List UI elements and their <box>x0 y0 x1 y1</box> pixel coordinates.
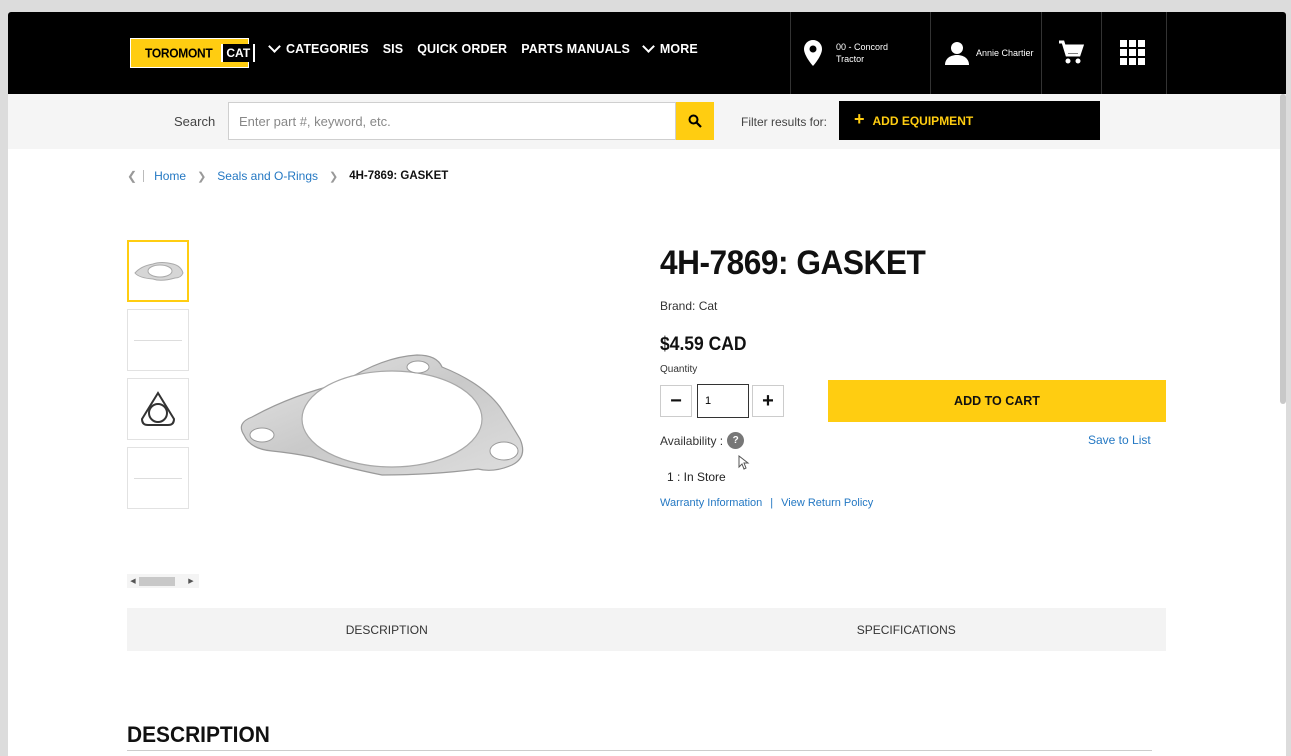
product-main-image <box>232 347 532 487</box>
search-button[interactable] <box>676 102 714 140</box>
header-divider <box>1041 12 1042 94</box>
policy-links: Warranty Information | View Return Polic… <box>660 497 873 509</box>
gasket-drawing-thumbnail-image <box>140 391 176 426</box>
availability-label: Availability : <box>660 433 724 448</box>
product-title: 4H-7869: GASKET <box>660 244 926 282</box>
quantity-input[interactable] <box>697 384 749 418</box>
quantity-label: Quantity <box>660 364 698 375</box>
mouse-cursor-icon <box>738 455 750 470</box>
product-tabs: DESCRIPTION SPECIFICATIONS <box>127 608 1166 651</box>
browser-page: TOROMONT CAT CATEGORIES SIS QUICK ORDER … <box>8 12 1286 756</box>
search-label: Search <box>174 114 216 129</box>
nav-parts-manuals[interactable]: PARTS MANUALS <box>521 42 630 56</box>
breadcrumb: ❮ Home ❯ Seals and O-Rings ❯ 4H-7869: GA… <box>127 169 448 183</box>
filter-label: Filter results for: <box>741 115 828 129</box>
chevron-right-icon: ❯ <box>197 170 207 183</box>
main-nav: CATEGORIES SIS QUICK ORDER PARTS MANUALS… <box>268 40 698 56</box>
return-policy-link[interactable]: View Return Policy <box>781 497 873 509</box>
quantity-decrease-button[interactable]: − <box>660 385 692 417</box>
nav-more[interactable]: MORE <box>642 40 698 56</box>
back-chevron-icon[interactable]: ❮ <box>127 169 137 183</box>
nav-more-label: MORE <box>659 42 698 56</box>
header-divider <box>1166 12 1167 94</box>
quantity-increase-button[interactable]: + <box>752 385 784 417</box>
availability: Availability : ? <box>660 432 745 449</box>
thumbnail-4[interactable] <box>127 447 189 509</box>
store-name: 00 - Concord <box>836 42 889 52</box>
top-header: TOROMONT CAT CATEGORIES SIS QUICK ORDER … <box>8 12 1286 94</box>
thumbnail-1[interactable] <box>127 240 189 302</box>
tab-description[interactable]: DESCRIPTION <box>127 608 647 651</box>
add-equipment-button[interactable]: + ADD EQUIPMENT <box>839 101 1100 140</box>
logo-toromont-text: TOROMONT <box>145 45 213 61</box>
breadcrumb-home[interactable]: Home <box>154 169 186 183</box>
plus-icon: + <box>854 109 865 129</box>
store-text: 00 - Concord Tractor <box>836 41 888 65</box>
tab-specifications[interactable]: SPECIFICATIONS <box>647 608 1167 651</box>
page-scrollbar[interactable] <box>1280 94 1286 404</box>
user-name: Annie Chartier <box>976 48 1034 58</box>
user-account[interactable]: Annie Chartier <box>944 41 1034 65</box>
help-icon[interactable]: ? <box>727 432 745 449</box>
store-selector[interactable]: 00 - Concord Tractor <box>804 40 888 66</box>
section-divider <box>127 750 1152 751</box>
location-pin-icon <box>804 40 822 66</box>
header-divider <box>1101 12 1102 94</box>
thumbnail-image <box>134 477 182 479</box>
thumbnail-2[interactable] <box>127 309 189 371</box>
description-heading: DESCRIPTION <box>127 722 270 747</box>
nav-sis-label: SIS <box>382 42 404 56</box>
nav-categories-label: CATEGORIES <box>286 42 369 56</box>
search-icon <box>688 114 702 128</box>
stock-status: 1 : In Store <box>667 470 726 484</box>
store-type: Tractor <box>836 54 865 64</box>
user-icon <box>945 42 969 65</box>
thumbnail-image <box>134 339 182 341</box>
nav-sis[interactable]: SIS <box>383 42 403 56</box>
minus-icon: − <box>670 389 682 412</box>
cart-button[interactable] <box>1058 40 1085 71</box>
breadcrumb-category[interactable]: Seals and O-Rings <box>217 169 318 183</box>
scroll-left-icon[interactable]: ◀ <box>127 577 139 585</box>
breadcrumb-current: 4H-7869: GASKET <box>349 170 449 182</box>
plus-icon: + <box>762 389 774 412</box>
warranty-link[interactable]: Warranty Information <box>660 497 762 509</box>
product-brand: Brand: Cat <box>660 299 718 313</box>
link-separator: | <box>770 497 774 509</box>
nav-categories[interactable]: CATEGORIES <box>268 40 369 56</box>
nav-quick-order-label: QUICK ORDER <box>417 42 508 56</box>
tab-specifications-label: SPECIFICATIONS <box>856 622 956 637</box>
tab-description-label: DESCRIPTION <box>345 622 428 637</box>
add-to-cart-label: ADD TO CART <box>954 394 1040 408</box>
scrollbar-thumb[interactable] <box>139 576 175 586</box>
apps-grid-icon[interactable] <box>1120 40 1145 65</box>
nav-parts-manuals-label: PARTS MANUALS <box>521 42 630 56</box>
nav-quick-order[interactable]: QUICK ORDER <box>417 42 507 56</box>
chevron-down-icon <box>642 40 655 53</box>
search-bar: Search Filter results for: + ADD EQUIPME… <box>8 94 1286 149</box>
thumbnail-scrollbar[interactable]: ◀ ▶ <box>127 574 199 588</box>
breadcrumb-divider <box>143 170 145 182</box>
save-to-list-link[interactable]: Save to List <box>1088 433 1151 447</box>
thumbnail-3[interactable] <box>127 378 189 440</box>
logo-cat-text: CAT <box>221 44 256 62</box>
header-divider <box>790 12 791 94</box>
gasket-thumbnail-image <box>134 262 184 281</box>
chevron-right-icon: ❯ <box>329 170 339 183</box>
add-to-cart-button[interactable]: ADD TO CART <box>828 380 1166 422</box>
toromont-cat-logo[interactable]: TOROMONT CAT <box>130 38 256 68</box>
header-divider <box>930 12 931 94</box>
search-input[interactable] <box>228 102 676 140</box>
cart-icon <box>1059 40 1085 64</box>
scroll-right-icon[interactable]: ▶ <box>185 577 197 585</box>
product-price: $4.59 CAD <box>660 334 747 355</box>
chevron-down-icon <box>268 40 281 53</box>
add-equipment-label: ADD EQUIPMENT <box>872 113 974 128</box>
